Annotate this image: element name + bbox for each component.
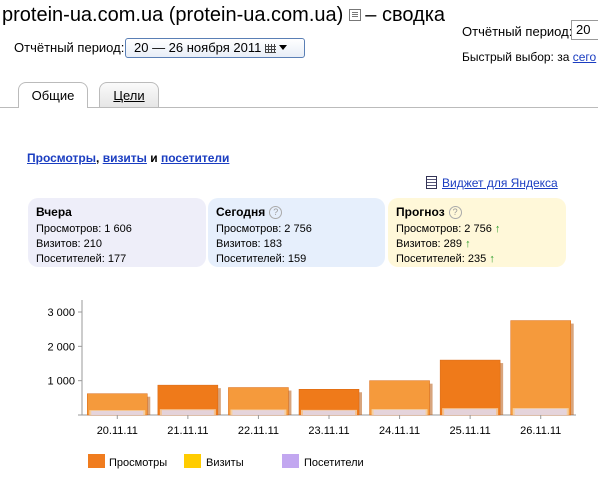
heading-conjunction: и xyxy=(146,151,161,165)
site-title-text: protein-ua.com.ua (protein-ua.com.ua) xyxy=(2,4,344,26)
card-forecast-visitors-row: Посетителей: 235 ↑ xyxy=(396,252,566,267)
card-yesterday-visits: Визитов: 210 xyxy=(36,238,103,250)
active-tab-gap xyxy=(19,107,87,108)
visits-link[interactable]: визиты xyxy=(103,151,147,165)
x-tick-label: 21.11.11 xyxy=(167,425,208,437)
y-tick-label: 3 000 xyxy=(47,307,75,319)
bar-visits xyxy=(442,408,499,415)
tab-goals[interactable]: Цели xyxy=(99,82,159,107)
y-tick-label: 2 000 xyxy=(47,341,75,353)
arrow-up-icon: ↑ xyxy=(465,238,471,250)
arrow-up-icon: ↑ xyxy=(489,253,495,265)
card-yesterday-title: Вчера xyxy=(36,205,72,219)
card-forecast-visits-row: Визитов: 289 ↑ xyxy=(396,237,566,252)
period-value: 20 — 26 ноября 2011 xyxy=(134,40,262,55)
legend-swatch-views xyxy=(88,454,105,468)
chevron-down-icon xyxy=(279,45,288,50)
card-today-header: Сегодня? xyxy=(216,205,385,220)
x-tick-label: 20.11.11 xyxy=(97,425,138,437)
bar-visits xyxy=(89,410,146,415)
bar-visits xyxy=(159,409,216,415)
tab-general[interactable]: Общие xyxy=(18,82,88,108)
x-tick-label: 26.11.11 xyxy=(520,425,561,437)
card-today-views: Просмотров: 2 756 xyxy=(216,223,312,235)
tabs-divider xyxy=(0,107,598,108)
card-yesterday-views: Просмотров: 1 606 xyxy=(36,223,132,235)
calendar-icon xyxy=(265,44,277,53)
widget-link[interactable]: Виджет для Яндекса xyxy=(426,176,558,190)
card-yesterday: Вчера Просмотров: 1 606 Визитов: 210 Пос… xyxy=(28,198,206,267)
x-tick-label: 25.11.11 xyxy=(450,425,491,437)
card-today-visits: Визитов: 183 xyxy=(216,238,283,250)
right-period-input[interactable]: 20 xyxy=(571,20,598,40)
card-forecast-visitors: Посетителей: 235 xyxy=(396,253,487,265)
legend-label-views: Просмотры xyxy=(109,457,168,469)
bar-visits xyxy=(230,409,287,415)
legend-label-visitors: Посетители xyxy=(304,457,364,469)
x-tick-label: 24.11.11 xyxy=(379,425,420,437)
card-forecast-header: Прогноз? xyxy=(396,205,566,220)
legend-swatch-visitors xyxy=(282,454,299,468)
card-forecast-title: Прогноз xyxy=(396,205,445,219)
window-icon[interactable] xyxy=(349,8,362,21)
card-today-visitors: Посетителей: 159 xyxy=(216,253,307,265)
quick-select-link[interactable]: сего xyxy=(573,50,596,64)
bar-visits xyxy=(512,408,569,415)
period-label: Отчётный период: xyxy=(14,40,125,55)
quick-select: Быстрый выбор: за сего xyxy=(462,50,596,64)
document-icon xyxy=(426,176,437,189)
arrow-up-icon: ↑ xyxy=(494,223,501,235)
card-today-title: Сегодня xyxy=(216,205,266,219)
help-icon[interactable]: ? xyxy=(269,206,283,219)
tab-goals-label: Цели xyxy=(113,88,145,103)
site-title-suffix: – сводка xyxy=(365,4,446,26)
quick-select-label: Быстрый выбор: за xyxy=(462,50,570,64)
bar-visits xyxy=(301,409,357,415)
card-today: Сегодня? Просмотров: 2 756 Визитов: 183 … xyxy=(208,198,385,267)
help-icon[interactable]: ? xyxy=(448,206,462,219)
card-forecast-views: Просмотров: 2 756 xyxy=(396,223,492,235)
card-forecast-views-row: Просмотров: 2 756 ↑ xyxy=(396,222,566,237)
metrics-heading: Просмотры, визиты и посетители xyxy=(27,151,229,165)
x-tick-label: 23.11.11 xyxy=(308,425,349,437)
legend-swatch-visits xyxy=(184,454,201,468)
period-select[interactable]: 20 — 26 ноября 2011 xyxy=(125,38,305,58)
x-tick-label: 22.11.11 xyxy=(238,425,279,437)
chart: 1 000 2 000 3 000 20.11.11 21.11.11 22.11.11 2… xyxy=(47,300,576,437)
visitors-link[interactable]: посетители xyxy=(161,151,229,165)
right-period-label: Отчётный период: xyxy=(462,24,573,39)
card-yesterday-visitors: Посетителей: 177 xyxy=(36,253,127,265)
y-tick-label: 1 000 xyxy=(47,376,75,388)
bar-views xyxy=(439,359,501,416)
widget-link-label: Виджет для Яндекса xyxy=(442,176,558,190)
legend-label-visits: Визиты xyxy=(206,457,244,469)
site-title: protein-ua.com.ua (protein-ua.com.ua) – с… xyxy=(2,4,445,27)
heading-separator: , xyxy=(96,151,103,165)
bar-visits xyxy=(371,409,428,415)
card-forecast: Прогноз? Просмотров: 2 756 ↑ Визитов: 28… xyxy=(388,198,566,267)
bar-views xyxy=(510,320,571,416)
views-link[interactable]: Просмотры xyxy=(27,151,96,165)
card-forecast-visits: Визитов: 289 xyxy=(396,238,463,250)
